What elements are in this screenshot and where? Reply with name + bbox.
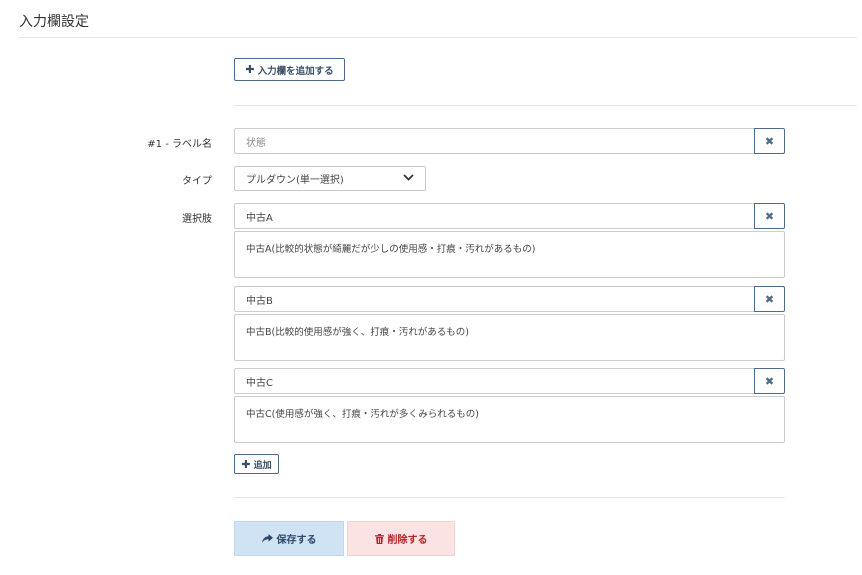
plus-icon: ✚ — [245, 63, 255, 76]
option-description-textarea[interactable]: 中古B(比較的使用感が強く、打痕・汚れがあるもの) — [234, 314, 785, 361]
close-icon: ✖ — [764, 292, 775, 306]
title-divider — [19, 37, 857, 38]
close-icon: ✖ — [764, 134, 775, 148]
add-option-button[interactable]: ✚ 追加 — [234, 454, 279, 474]
label-clear-button[interactable]: ✖ — [754, 128, 785, 154]
page-title: 入力欄設定 — [19, 14, 89, 30]
option-name-group: ✖ — [234, 203, 785, 229]
delete-button[interactable]: 削除する — [347, 521, 455, 556]
options-caption: 選択肢 — [182, 214, 212, 225]
option-name-group: ✖ — [234, 286, 785, 312]
label-name-input[interactable] — [234, 128, 754, 154]
plus-icon: ✚ — [241, 457, 251, 471]
option-name-input[interactable] — [234, 203, 754, 229]
actions-divider — [234, 497, 785, 498]
type-select[interactable]: プルダウン(単一選択) — [234, 166, 426, 191]
add-field-label: 入力欄を追加する — [257, 65, 334, 77]
share-arrow-icon — [261, 534, 273, 543]
type-select-value: プルダウン(単一選択) — [246, 175, 344, 186]
option-name-group: ✖ — [234, 368, 785, 394]
option-name-input[interactable] — [234, 286, 754, 312]
option-description-textarea[interactable]: 中古A(比較的状態が綺麗だが少しの使用感・打痕・汚れがあるもの) — [234, 231, 785, 278]
label-name-caption: #1 - ラベル名 — [147, 139, 212, 150]
save-label: 保存する — [276, 535, 317, 546]
add-option-label: 追加 — [253, 460, 272, 471]
delete-label: 削除する — [387, 535, 428, 546]
type-caption: タイプ — [182, 176, 212, 187]
option-description-textarea[interactable]: 中古C(使用感が強く、打痕・汚れが多くみられるもの) — [234, 396, 785, 443]
close-icon: ✖ — [764, 209, 775, 223]
save-button[interactable]: 保存する — [234, 521, 344, 556]
section-divider — [234, 105, 857, 106]
option-clear-button[interactable]: ✖ — [754, 368, 785, 394]
close-icon: ✖ — [764, 374, 775, 388]
option-clear-button[interactable]: ✖ — [754, 286, 785, 312]
add-field-button[interactable]: ✚ 入力欄を追加する — [234, 58, 345, 81]
option-name-input[interactable] — [234, 368, 754, 394]
trash-icon — [374, 533, 384, 544]
label-name-group: ✖ — [234, 128, 785, 154]
chevron-down-icon — [403, 173, 414, 184]
option-clear-button[interactable]: ✖ — [754, 203, 785, 229]
